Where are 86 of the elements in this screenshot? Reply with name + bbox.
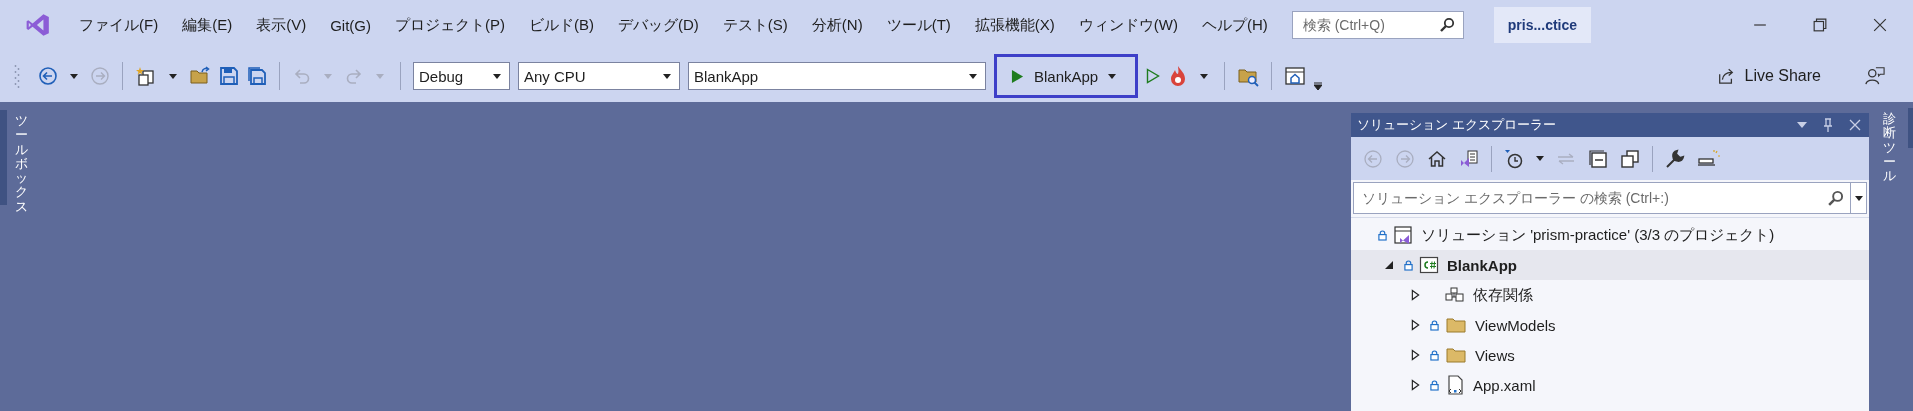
dependencies-icon [1445,285,1465,305]
run-button[interactable]: BlankApp [994,54,1138,98]
solution-icon [1393,225,1413,245]
tree-item-label: 依存関係 [1473,285,1533,305]
platform-dropdown[interactable]: Any CPU [518,62,680,90]
caret-icon [1108,73,1117,79]
caret-icon [969,73,977,79]
xaml-file-icon [1445,375,1465,395]
menu-item[interactable]: プロジェクト(P) [383,15,517,35]
logo-icon[interactable] [25,12,51,38]
expanded-arrow-icon[interactable] [1384,260,1394,270]
collapsed-arrow-icon[interactable] [1410,319,1420,331]
tree-item[interactable]: ViewModels [1351,310,1869,340]
live-share-button[interactable]: Live Share [1710,66,1827,86]
close-icon[interactable] [1873,18,1887,32]
feedback-icon[interactable] [1865,66,1885,86]
menu-item[interactable]: デバッグ(D) [606,15,711,35]
menu-item[interactable]: 編集(E) [170,15,245,35]
play-icon [1011,68,1024,84]
window-home-icon[interactable] [1284,65,1306,87]
menu-item[interactable]: 拡張機能(X) [962,15,1067,35]
folder-icon [1445,315,1467,335]
caret-icon[interactable] [1536,156,1544,161]
menu-item[interactable]: ヘルプ(H) [1189,15,1280,35]
tree-item[interactable]: App.xaml [1351,370,1869,400]
preview-icon[interactable] [1697,148,1721,169]
save-icon[interactable] [219,66,239,86]
menu-item[interactable]: ファイル(F) [67,15,171,35]
caret-icon[interactable] [1200,73,1208,79]
solution-view-icon[interactable] [1459,148,1479,169]
search-field[interactable]: 検索 (Ctrl+Q) [1300,16,1439,34]
diagnostic-tools-tab[interactable]: 診断ツール [1883,112,1896,184]
caret-icon[interactable] [1797,122,1807,128]
caret-icon[interactable] [169,73,177,79]
menu-item[interactable]: Git(G) [318,16,383,34]
caret-icon [493,73,501,79]
play-outline-icon[interactable] [1146,68,1160,84]
search-box[interactable]: 検索 (Ctrl+Q) [1291,11,1464,39]
menu-item[interactable]: テスト(S) [710,15,800,35]
search-icon [1438,17,1455,33]
caret-icon [663,73,671,79]
collapsed-arrow-icon[interactable] [1410,349,1420,361]
save-all-icon[interactable] [247,66,267,86]
wrench-icon[interactable] [1665,148,1685,169]
open-folder-icon[interactable] [189,65,211,87]
solution-search-box[interactable]: ソリューション エクスプローラー の検索 (Ctrl+:) [1353,182,1851,214]
folder-icon [1445,345,1467,365]
configuration-dropdown[interactable]: Debug [413,62,510,90]
home-icon[interactable] [1427,148,1447,169]
menu-item[interactable]: 分析(N) [799,15,875,35]
tree-item-label: Views [1475,346,1515,364]
copy-icon[interactable] [1620,148,1640,169]
menu-item[interactable]: ビルド(B) [517,15,606,35]
toolbar-overflow-icon[interactable] [1314,82,1322,90]
tree-item-label: ViewModels [1475,316,1556,334]
tree-item[interactable]: BlankApp [1351,250,1869,280]
startup-project-dropdown[interactable]: BlankApp [688,62,986,90]
back-icon[interactable] [38,66,58,86]
restore-icon[interactable] [1813,18,1827,32]
search-options-button[interactable] [1851,182,1867,214]
menu-item[interactable]: ツール(T) [874,15,963,35]
tree-item-label: App.xaml [1473,376,1536,394]
pending-changes-icon[interactable] [1504,148,1524,169]
tree-item[interactable]: ソリューション 'prism-practice' (3/3 のプロジェクト) [1351,220,1869,250]
search-icon [1827,189,1844,207]
solution-name[interactable]: pris...ctice [1493,7,1592,43]
share-icon [1716,67,1735,85]
csharp-project-icon [1419,255,1439,275]
collapsed-arrow-icon[interactable] [1410,289,1420,301]
toolbox-tab[interactable]: ツールボックス [15,114,28,215]
caret-icon[interactable] [70,73,78,79]
tree-item-label: BlankApp [1447,256,1517,274]
solution-search-field[interactable]: ソリューション エクスプローラー の検索 (Ctrl+:) [1360,189,1827,207]
toolbar-grip[interactable] [14,63,20,89]
tree-item[interactable]: Views [1351,340,1869,370]
collapsed-arrow-icon[interactable] [1410,379,1420,391]
panel-title: ソリューション エクスプローラー [1357,116,1556,134]
new-project-icon[interactable] [135,65,157,87]
collapse-all-icon[interactable] [1588,148,1608,169]
menu-item[interactable]: ウィンドウ(W) [1066,15,1190,35]
tree-item[interactable]: 依存関係 [1351,280,1869,310]
caret-icon [1854,195,1863,201]
pin-icon[interactable] [1823,118,1833,132]
menu-item[interactable]: 表示(V) [244,15,319,35]
tree-item-label: ソリューション 'prism-practice' (3/3 のプロジェクト) [1421,225,1775,245]
flame-icon[interactable] [1168,65,1188,87]
